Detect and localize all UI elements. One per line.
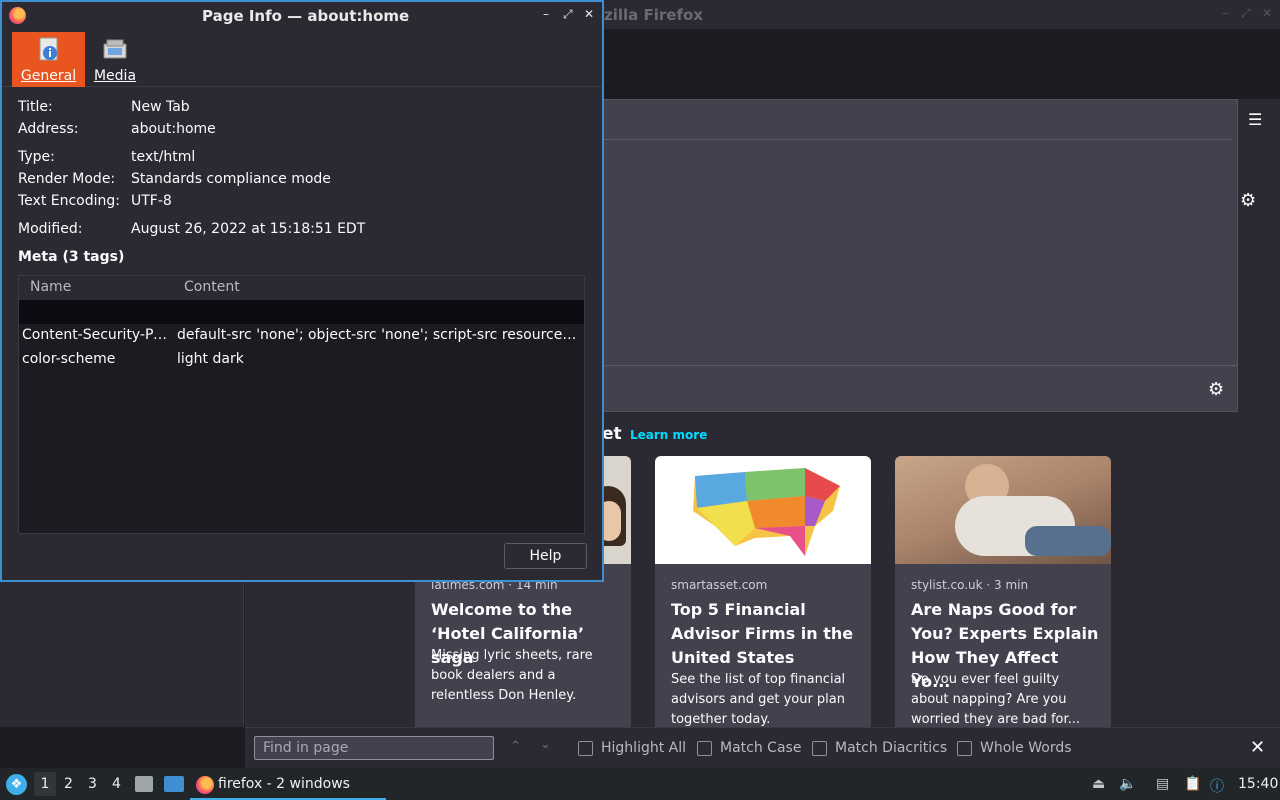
menu-icon[interactable]: ☰: [1248, 110, 1262, 129]
story-card[interactable]: stylist.co.uk · 3 min Are Naps Good for …: [895, 456, 1111, 727]
table-row[interactable]: color-scheme light dark: [19, 348, 584, 372]
page-info-dialog: Page Info — about:home – ⤢ ✕ General Med…: [0, 0, 604, 582]
find-input[interactable]: [254, 736, 494, 760]
match-case-label: Match Case: [720, 740, 802, 756]
whole-words-checkbox[interactable]: Whole Words: [957, 740, 1072, 756]
volume-icon[interactable]: 🔈: [1119, 776, 1136, 792]
meta-name-cell: Content-Security-Pol...: [22, 327, 172, 343]
minimize-icon[interactable]: –: [543, 7, 549, 21]
address-label: Address:: [18, 121, 79, 137]
workspace-4[interactable]: 4: [112, 776, 121, 792]
story-card[interactable]: smartasset.com Top 5 Financial Advisor F…: [655, 456, 871, 727]
meta-name-cell: color-scheme: [22, 351, 116, 367]
table-row[interactable]: [19, 300, 584, 324]
title-value: New Tab: [131, 99, 190, 115]
taskbar: ❖ 1 2 3 4 firefox - 2 windows ⏏ 🔈 ▤ 📋 ⓘ …: [0, 768, 1280, 800]
meta-table-header: Name Content: [19, 276, 584, 300]
tab-general[interactable]: General: [12, 32, 85, 87]
gear-icon[interactable]: ⚙: [1208, 379, 1224, 400]
close-icon[interactable]: ✕: [1250, 737, 1265, 758]
story-source: smartasset.com: [671, 578, 768, 592]
address-value: about:home: [131, 121, 216, 137]
whole-words-label: Whole Words: [980, 740, 1072, 756]
dialog-titlebar: Page Info — about:home – ⤢ ✕: [2, 2, 602, 29]
us-map-image: [693, 468, 840, 556]
close-icon[interactable]: ✕: [1262, 6, 1272, 20]
clock[interactable]: 15:40: [1238, 776, 1278, 792]
close-icon[interactable]: ✕: [584, 7, 594, 21]
customize-panel: [600, 99, 1238, 412]
tab-general-label: General: [20, 68, 77, 84]
minimize-icon[interactable]: –: [1222, 6, 1228, 20]
tab-media-label: Media: [93, 68, 137, 84]
gear-icon[interactable]: ⚙: [1240, 190, 1256, 211]
firefox-window-title: zilla Firefox: [604, 6, 703, 24]
dialog-tabs: General Media: [2, 29, 602, 87]
eject-icon[interactable]: ⏏: [1092, 776, 1105, 792]
modified-value: August 26, 2022 at 15:18:51 EDT: [131, 221, 366, 237]
checkbox-icon[interactable]: [957, 740, 972, 756]
render-mode-value: Standards compliance mode: [131, 171, 331, 187]
encoding-label: Text Encoding:: [18, 193, 120, 209]
dialog-title: Page Info — about:home: [202, 7, 410, 25]
meta-table[interactable]: Name Content Content-Security-Pol... def…: [18, 275, 585, 534]
workspace-3[interactable]: 3: [88, 776, 97, 792]
file-manager-icon[interactable]: [135, 776, 153, 792]
match-case-checkbox[interactable]: Match Case: [697, 740, 801, 756]
meta-content-cell: light dark: [177, 351, 244, 367]
checkbox-icon[interactable]: [697, 740, 712, 756]
match-diacritics-checkbox[interactable]: Match Diacritics: [812, 740, 947, 756]
story-title: Top 5 Financial Advisor Firms in the Uni…: [671, 600, 854, 667]
column-content-header[interactable]: Content: [184, 279, 240, 295]
story-image: [895, 456, 1111, 564]
story-description: Do you ever feel guilty about napping? A…: [911, 672, 1081, 727]
story-source: stylist.co.uk · 3 min: [911, 578, 1029, 592]
divider: [600, 365, 1237, 366]
network-icon[interactable]: ▤: [1156, 776, 1169, 792]
workspace-2[interactable]: 2: [64, 776, 73, 792]
modified-label: Modified:: [18, 221, 83, 237]
encoding-value: UTF-8: [131, 193, 172, 209]
firefox-icon: [9, 7, 26, 24]
tab-media[interactable]: Media: [90, 32, 140, 87]
highlight-all-checkbox[interactable]: Highlight All: [578, 740, 686, 756]
render-mode-label: Render Mode:: [18, 171, 116, 187]
firefox-icon: [196, 776, 214, 794]
checkbox-icon[interactable]: [578, 740, 593, 756]
notification-icon[interactable]: ⓘ: [1210, 776, 1224, 796]
media-icon: [103, 39, 127, 59]
meta-content-cell: default-src 'none'; object-src 'none'; s…: [177, 327, 577, 343]
story-description: See the list of top financial advisors a…: [671, 672, 846, 727]
table-row[interactable]: Content-Security-Pol... default-src 'non…: [19, 324, 584, 348]
type-value: text/html: [131, 149, 196, 165]
story-image: [655, 456, 871, 564]
find-next-icon[interactable]: ⌄: [540, 737, 551, 752]
type-label: Type:: [18, 149, 55, 165]
story-description: Missing lyric sheets, rare book dealers …: [431, 648, 593, 703]
column-name-header[interactable]: Name: [30, 279, 71, 295]
match-diacritics-label: Match Diacritics: [835, 740, 948, 756]
learn-more-link[interactable]: Learn more: [630, 428, 707, 442]
general-panel: Title: New Tab Address: about:home Type:…: [2, 88, 602, 580]
pocket-heading: et: [602, 424, 622, 444]
taskbar-firefox-label: firefox - 2 windows: [218, 776, 350, 792]
info-page-icon: [39, 37, 57, 61]
maximize-icon[interactable]: ⤢: [1241, 6, 1251, 21]
divider: [600, 139, 1231, 140]
clipboard-icon[interactable]: 📋: [1184, 776, 1201, 792]
title-label: Title:: [18, 99, 53, 115]
show-desktop-icon[interactable]: [164, 776, 184, 792]
checkbox-icon[interactable]: [812, 740, 827, 756]
maximize-icon[interactable]: ⤢: [563, 7, 573, 22]
find-previous-icon[interactable]: ⌃: [510, 739, 521, 754]
workspace-1[interactable]: 1: [34, 772, 56, 796]
taskbar-firefox-button[interactable]: firefox - 2 windows: [190, 770, 386, 800]
find-bar: ⌃ ⌄ Highlight All Match Case Match Diacr…: [245, 727, 1280, 768]
meta-heading: Meta (3 tags): [18, 249, 125, 265]
help-button[interactable]: Help: [504, 543, 587, 569]
start-menu-icon[interactable]: ❖: [6, 774, 27, 795]
highlight-all-label: Highlight All: [601, 740, 687, 756]
